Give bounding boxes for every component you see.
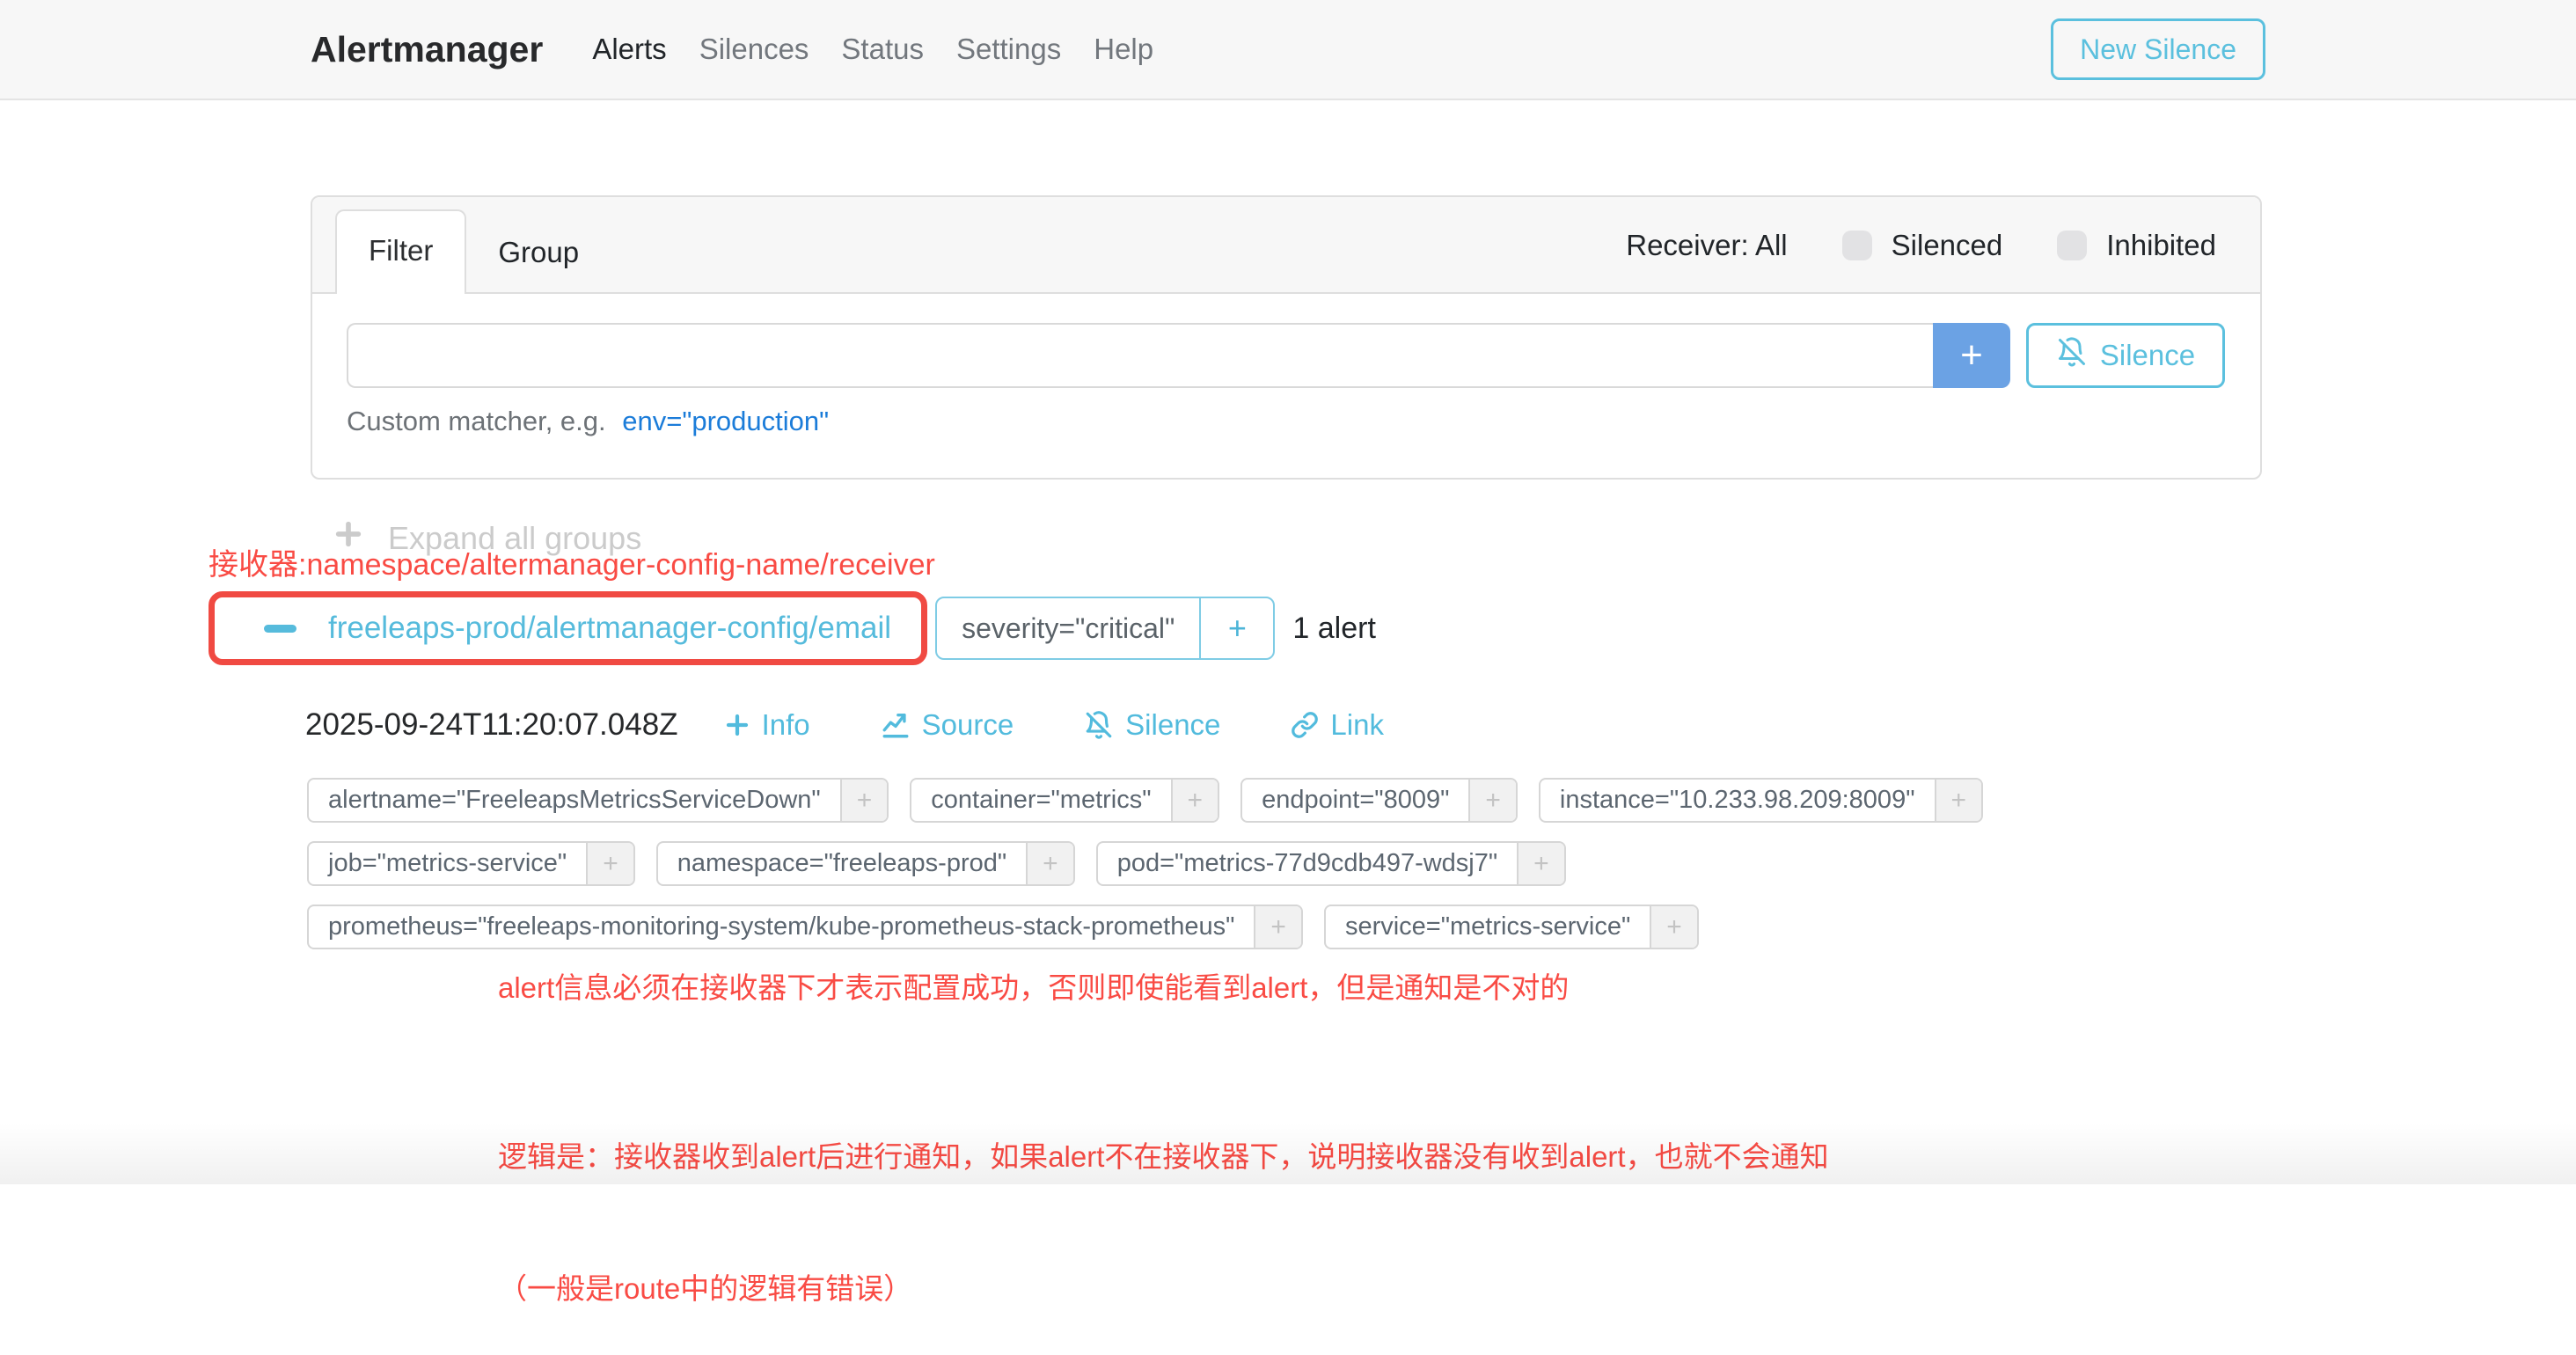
alert-source-link[interactable]: Source [881,708,1014,742]
alert-actions: Info Source Sile [724,708,1384,742]
silence-button-label: Silence [2100,339,2195,372]
logic-annotation-line2: （一般是route中的逻辑有错误） [498,1267,1829,1311]
filter-header-controls: Receiver: All Silenced Inhibited [1626,197,2216,294]
matcher-example-link[interactable]: env="production" [622,406,829,436]
chart-icon [881,710,911,740]
label-chip: alertname="FreeleapsMetricsServiceDown" … [307,778,889,823]
bell-slash-icon [1084,710,1114,740]
label-chip-add-button[interactable]: + [1254,906,1301,948]
matcher-input[interactable] [347,323,1933,388]
nav-item-help[interactable]: Help [1094,33,1153,66]
new-silence-button[interactable]: New Silence [2051,18,2265,80]
alert-silence-button[interactable]: Silence [1084,708,1220,742]
label-chip: service="metrics-service" + [1324,905,1699,949]
receiver-group-label: freeleaps-prod/alertmanager-config/email [328,611,891,646]
receiver-annotation-text: 接收器:namespace/altermanager-config-name/r… [209,540,935,583]
alert-link-button[interactable]: Link [1291,708,1384,742]
receiver-dropdown[interactable]: Receiver: All [1626,229,1787,262]
label-chip-text[interactable]: endpoint="8009" [1242,780,1468,821]
label-chip-add-button[interactable]: + [1026,843,1073,884]
group-alert-count: 1 alert [1292,612,1376,646]
receiver-group-toggle[interactable]: freeleaps-prod/alertmanager-config/email [264,611,891,646]
label-chip: namespace="freeleaps-prod" + [656,841,1075,886]
bell-slash-icon [2056,336,2088,375]
nav-item-silences[interactable]: Silences [699,33,809,66]
add-matcher-button[interactable]: + [1933,323,2010,388]
alert-meta-row: 2025-09-24T11:20:07.048Z Info Source [305,707,1384,743]
label-chip-add-button[interactable]: + [1935,780,1982,821]
logic-annotation-line1: 逻辑是：接收器收到alert后进行通知，如果alert不在接收器下，说明接收器没… [498,1135,1829,1179]
filter-card-body: + Silence Custom matcher, e.g. env="prod… [312,294,2260,437]
label-chip: job="metrics-service" + [307,841,635,886]
matcher-input-group: + [347,323,2010,388]
inhibited-checkbox-label[interactable]: Inhibited [2106,229,2216,262]
label-chip: prometheus="freeleaps-monitoring-system/… [307,905,1303,949]
tab-group[interactable]: Group [466,213,611,292]
silence-from-filter-button[interactable]: Silence [2026,323,2225,388]
matcher-hint: Custom matcher, e.g. env="production" [347,406,2225,437]
group-matcher-label[interactable]: severity="critical" [937,598,1199,658]
label-chip-add-button[interactable]: + [840,780,888,821]
label-chip-add-button[interactable]: + [1650,906,1697,948]
nav-item-alerts[interactable]: Alerts [592,33,666,66]
filter-card: Filter Group Receiver: All Silenced Inhi… [311,195,2262,480]
label-chip: instance="10.233.98.209:8009" + [1539,778,1983,823]
logic-annotation-text: 逻辑是：接收器收到alert后进行通知，如果alert不在接收器下，说明接收器没… [498,1047,1829,1355]
collapse-minus-icon [264,625,296,633]
label-chip-text[interactable]: container="metrics" [911,780,1170,821]
silenced-checkbox-label[interactable]: Silenced [1892,229,2003,262]
alert-annotation-text: alert信息必须在接收器下才表示配置成功，否则即使能看到alert，但是通知是… [498,964,1569,1007]
label-chip-text[interactable]: instance="10.233.98.209:8009" [1540,780,1935,821]
top-navbar: Alertmanager Alerts Silences Status Sett… [0,0,2576,100]
tab-filter[interactable]: Filter [335,209,466,294]
alert-timestamp: 2025-09-24T11:20:07.048Z [305,707,678,743]
alert-labels: alertname="FreeleapsMetricsServiceDown" … [307,778,1983,949]
alert-info-button[interactable]: Info [724,708,810,742]
inhibited-checkbox[interactable] [2057,231,2087,260]
label-chip-add-button[interactable]: + [586,843,633,884]
label-chip-add-button[interactable]: + [1171,780,1218,821]
nav-item-status[interactable]: Status [841,33,924,66]
filter-card-header: Filter Group Receiver: All Silenced Inhi… [312,197,2260,294]
label-chip-add-button[interactable]: + [1517,843,1564,884]
label-chip-text[interactable]: namespace="freeleaps-prod" [658,843,1026,884]
plus-icon [724,712,750,738]
label-chip: endpoint="8009" + [1240,778,1518,823]
label-chip-text[interactable]: prometheus="freeleaps-monitoring-system/… [309,906,1254,948]
filter-tabs: Filter Group [335,197,611,292]
link-icon [1291,711,1319,739]
silenced-checkbox[interactable] [1842,231,1872,260]
matcher-hint-text: Custom matcher, e.g. [347,406,606,436]
label-chip-text[interactable]: alertname="FreeleapsMetricsServiceDown" [309,780,840,821]
label-chip-add-button[interactable]: + [1468,780,1516,821]
label-chip-text[interactable]: service="metrics-service" [1326,906,1650,948]
receiver-highlight-box: freeleaps-prod/alertmanager-config/email [209,591,927,665]
label-chip: pod="metrics-77d9cdb497-wdsj7" + [1096,841,1566,886]
alert-group-row: freeleaps-prod/alertmanager-config/email… [209,591,1376,665]
label-chip-text[interactable]: pod="metrics-77d9cdb497-wdsj7" [1098,843,1517,884]
group-matcher-chip: severity="critical" + [935,597,1275,660]
group-matcher-add-button[interactable]: + [1199,598,1273,658]
label-chip-text[interactable]: job="metrics-service" [309,843,586,884]
label-chip: container="metrics" + [910,778,1219,823]
main-nav: Alerts Silences Status Settings Help [592,33,1153,66]
nav-item-settings[interactable]: Settings [956,33,1061,66]
app-brand[interactable]: Alertmanager [311,29,543,70]
